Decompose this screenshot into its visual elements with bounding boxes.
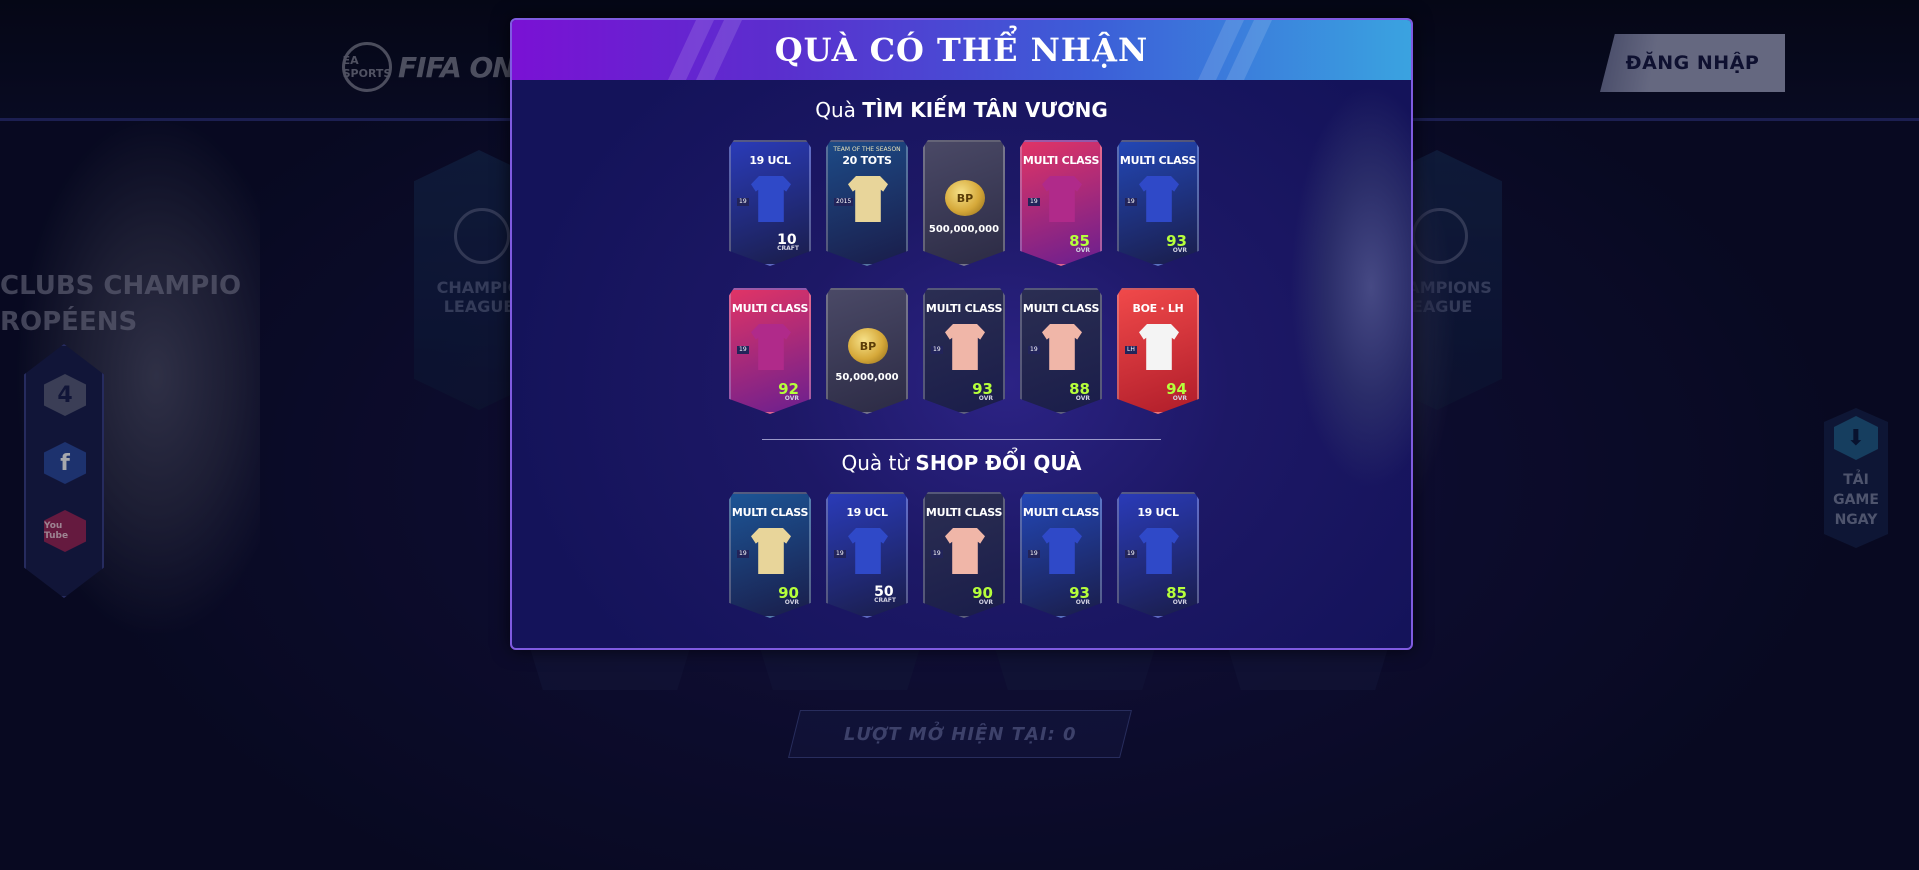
card-name: MULTI CLASS [925,302,1003,315]
card-season-badge: 19 [834,550,846,558]
card-name: MULTI CLASS [1022,154,1100,167]
card-season-badge: 19 [1028,198,1040,206]
reward-card[interactable]: MULTI CLASS 19 88 OVR [1020,288,1102,414]
rewards-modal: QUÀ CÓ THỂ NHẬN Quà TÌM KIẾM TÂN VƯƠNG 1… [510,18,1413,650]
card-season-badge: 2015 [834,198,854,206]
reward-card[interactable]: 19 UCL 19 50 CRAFT [826,492,908,618]
card-name: 20 TOTS [842,154,892,167]
section-title-shop: Quà từ SHOP ĐỔI QUÀ [841,451,1082,475]
card-name: MULTI CLASS [925,506,1003,519]
reward-card[interactable]: 19 UCL 19 85 OVR [1117,492,1199,618]
coin-amount: 50,000,000 [835,372,899,383]
card-name: MULTI CLASS [731,302,809,315]
card-ovr: 90 OVR [972,584,993,606]
bp-coin-icon: BP [945,180,985,216]
card-ovr: 93 OVR [1069,584,1090,606]
coin-amount: 500,000,000 [928,224,1000,235]
card-ovr: 90 OVR [778,584,799,606]
card-name: MULTI CLASS [731,506,809,519]
card-season-badge: 19 [737,198,749,206]
reward-card[interactable]: MULTI CLASS 19 85 OVR [1020,140,1102,266]
card-ovr: 92 OVR [778,380,799,402]
card-name: MULTI CLASS [1022,506,1100,519]
reward-card[interactable]: MULTI CLASS 19 93 OVR [923,288,1005,414]
card-name: BOE · LH [1132,302,1184,315]
card-season-badge: 19 [1125,550,1137,558]
card-ovr: 88 OVR [1069,380,1090,402]
card-season-badge: LH [1125,346,1137,354]
reward-card[interactable]: MULTI CLASS 19 90 OVR [923,492,1005,618]
reward-card[interactable]: TEAM OF THE SEASON 20 TOTS 2015 [826,140,908,266]
modal-title: QUÀ CÓ THỂ NHẬN [774,31,1149,69]
card-ovr: 50 CRAFT [874,584,896,604]
card-name: MULTI CLASS [1022,302,1100,315]
card-season-badge: 19 [737,550,749,558]
card-season-badge: 19 [1028,346,1040,354]
reward-card[interactable]: MULTI CLASS 19 90 OVR [729,492,811,618]
modal-header: QUÀ CÓ THỂ NHẬN [512,20,1411,80]
card-ovr: 85 OVR [1069,232,1090,254]
card-season-badge: 19 [931,550,943,558]
card-ovr: 93 OVR [1166,232,1187,254]
card-ovr: 94 OVR [1166,380,1187,402]
reward-card[interactable]: BOE · LH LH 94 OVR [1117,288,1199,414]
section-divider [762,439,1161,440]
card-ovr: 85 OVR [1166,584,1187,606]
card-subtitle: TEAM OF THE SEASON [833,146,901,153]
card-name: MULTI CLASS [1119,154,1197,167]
reward-card[interactable]: MULTI CLASS 19 93 OVR [1117,140,1199,266]
bp-coin-icon: BP [848,328,888,364]
reward-card[interactable]: 19 UCL 19 10 CRAFT [729,140,811,266]
card-name: 19 UCL [749,154,791,167]
card-season-badge: 19 [737,346,749,354]
section-title-search: Quà TÌM KIẾM TÂN VƯƠNG [815,98,1108,122]
reward-card[interactable]: BP 500,000,000 [923,140,1005,266]
reward-card[interactable]: BP 50,000,000 [826,288,908,414]
card-season-badge: 19 [1028,550,1040,558]
reward-card[interactable]: MULTI CLASS 19 92 OVR [729,288,811,414]
card-season-badge: 19 [931,346,943,354]
card-name: 19 UCL [1137,506,1179,519]
card-ovr: 93 OVR [972,380,993,402]
card-ovr: 10 CRAFT [777,232,799,252]
card-season-badge: 19 [1125,198,1137,206]
reward-card[interactable]: MULTI CLASS 19 93 OVR [1020,492,1102,618]
card-name: 19 UCL [846,506,888,519]
